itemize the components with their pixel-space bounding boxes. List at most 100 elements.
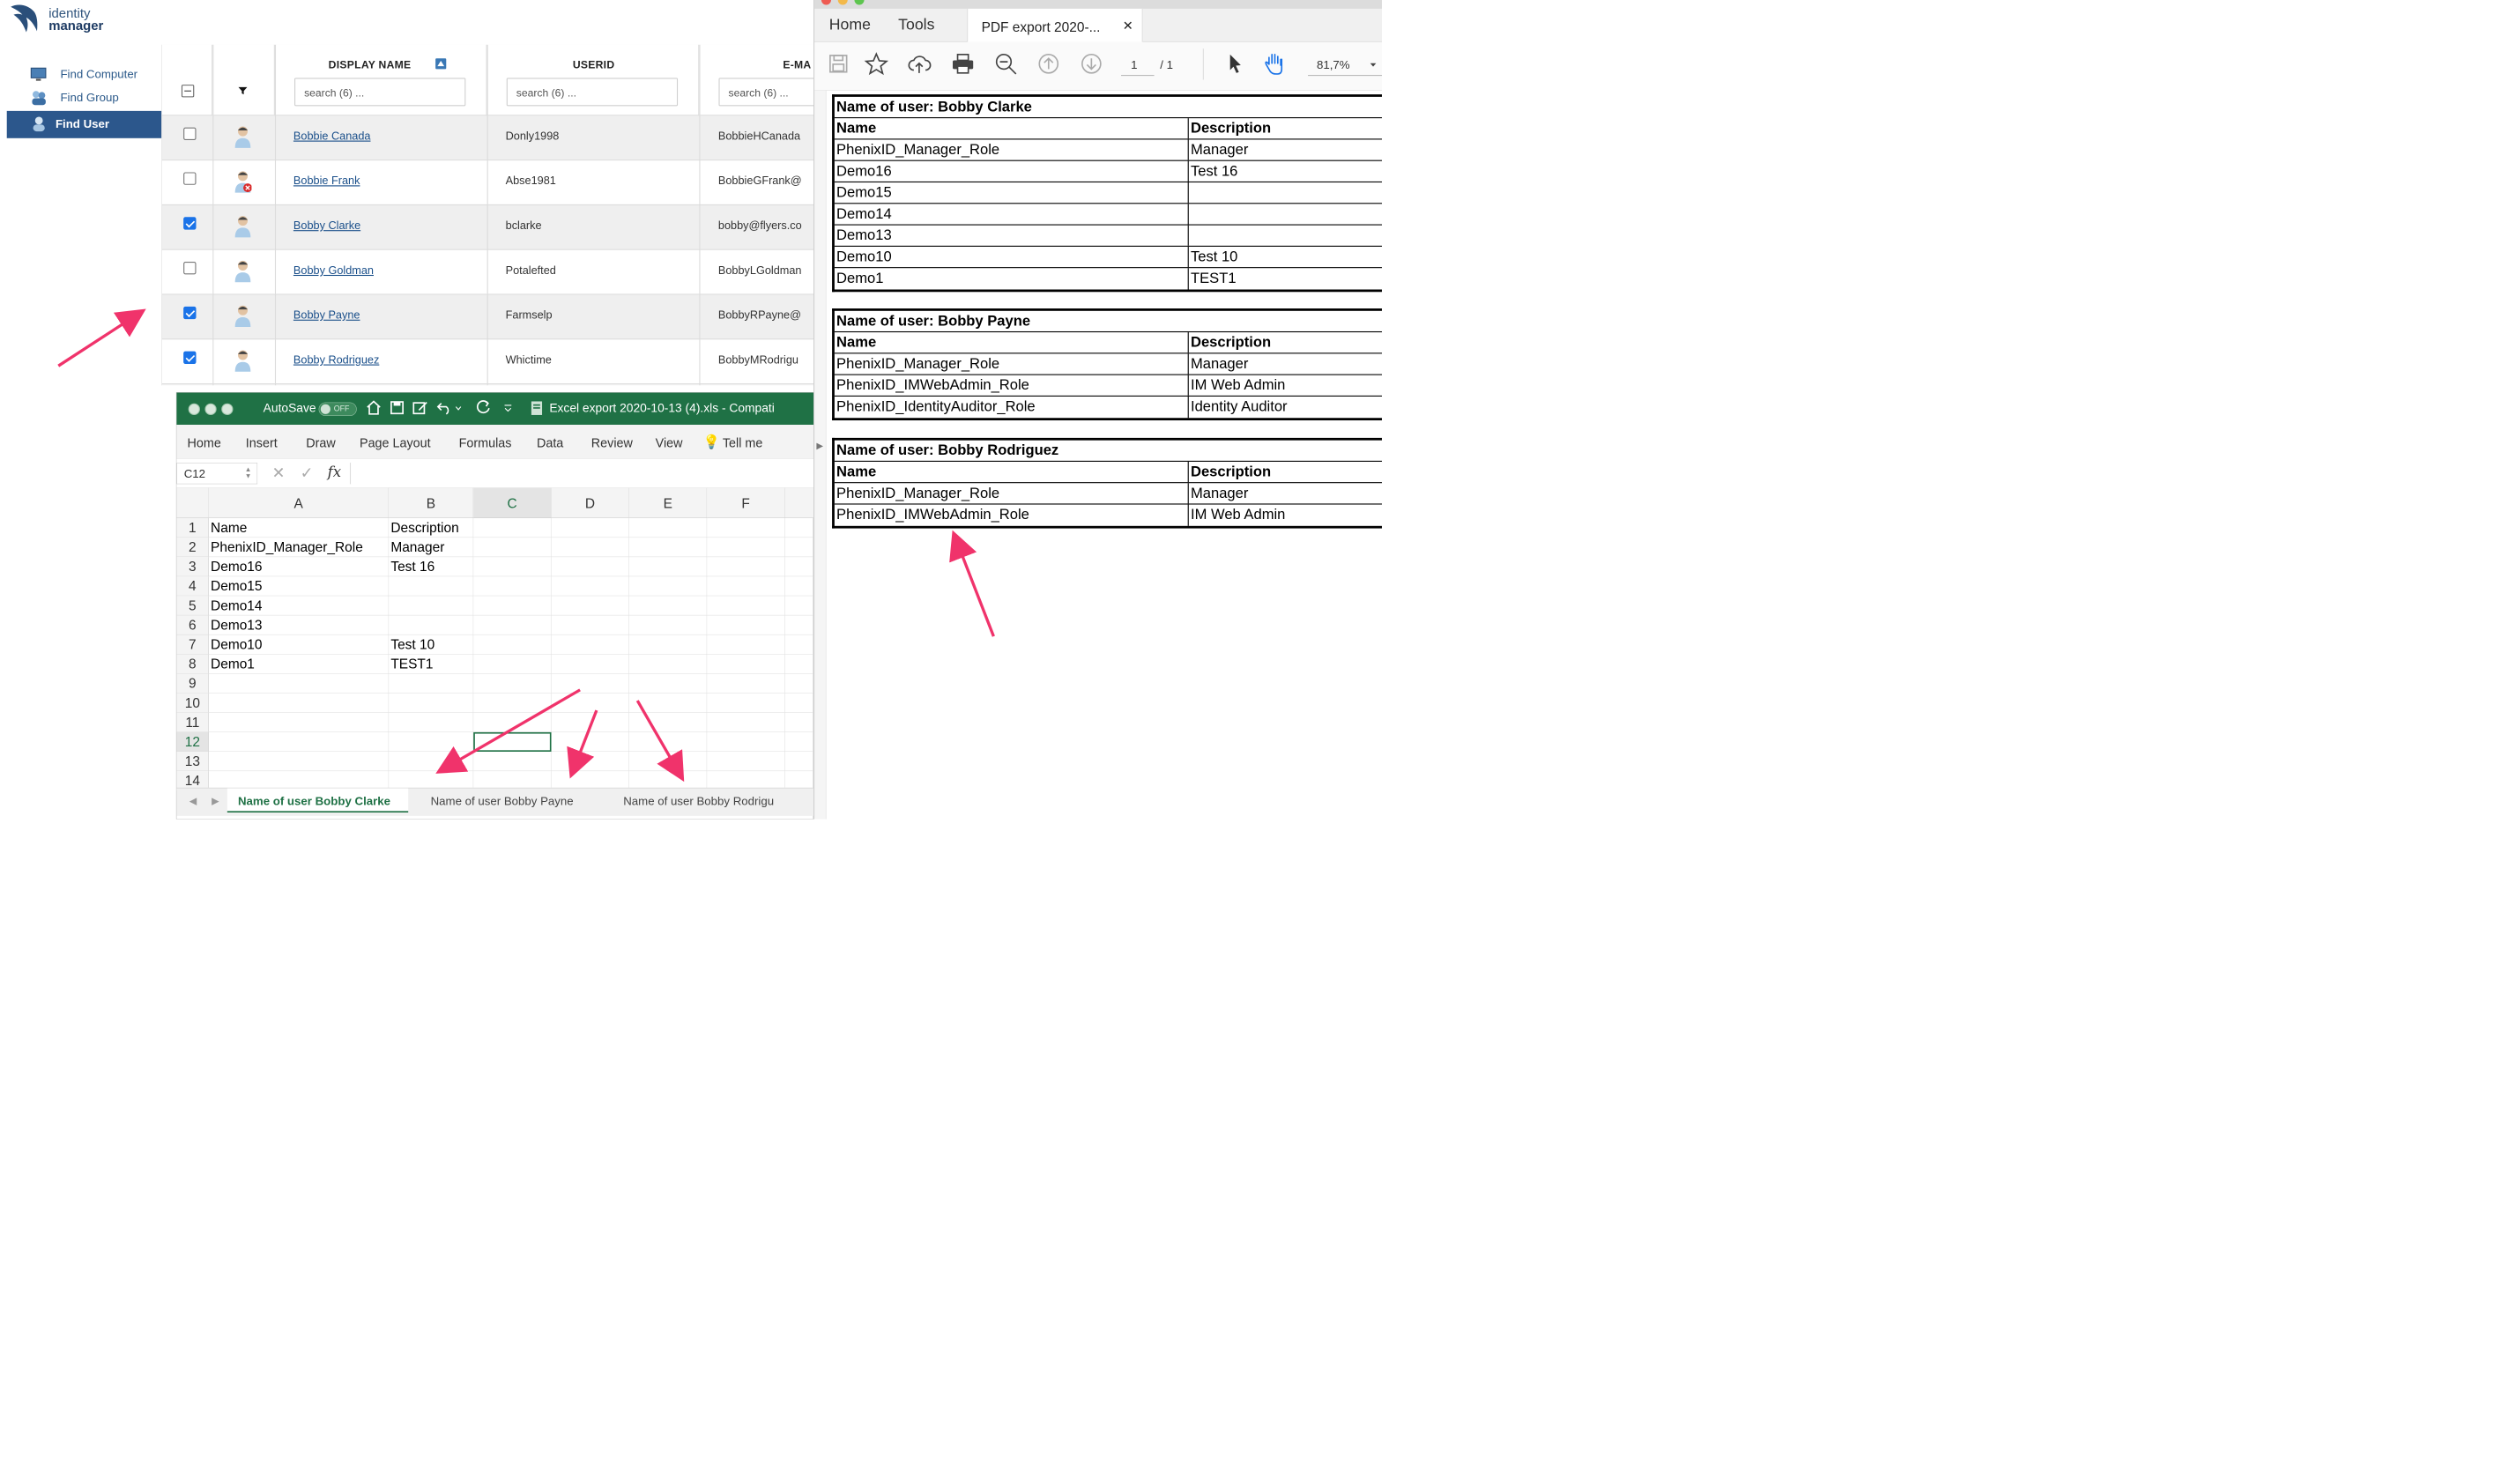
search-input-display-name[interactable]: search (6) ... [294,78,466,107]
print-icon[interactable] [951,52,976,77]
cell[interactable] [784,596,814,616]
cell[interactable]: Manager [389,538,474,558]
column-header-email[interactable]: E-MA [783,58,811,70]
search-input-userid[interactable]: search (6) ... [506,78,679,107]
scroll-tabs-right-icon[interactable]: ▶ [212,795,219,807]
cell[interactable] [707,557,785,577]
select-all-checkbox[interactable] [181,85,195,98]
cell[interactable] [551,673,629,694]
row-checkbox[interactable] [183,127,197,141]
cell[interactable] [784,538,814,558]
chevron-down-icon[interactable] [1370,63,1378,69]
ribbon-tab-tell-me[interactable]: Tell me [723,435,762,450]
cell[interactable] [628,712,708,732]
autosave-toggle[interactable]: OFF [318,402,357,417]
cell[interactable] [628,517,708,538]
scroll-tabs-left-icon[interactable]: ◀ [189,795,197,807]
ribbon-tab-data[interactable]: Data [537,435,563,450]
cell[interactable] [707,517,785,538]
cell[interactable] [551,538,629,558]
cell[interactable]: Name [208,517,390,538]
page-number-input[interactable] [1121,52,1155,77]
undo-icon[interactable] [436,400,453,415]
enter-check-icon[interactable]: ✓ [301,464,314,482]
cell[interactable] [389,731,474,752]
cell[interactable] [551,712,629,732]
cell[interactable] [784,693,814,713]
expand-panel-icon[interactable]: ▶ [816,441,823,451]
cell[interactable]: Test 10 [389,634,474,655]
save-icon[interactable] [390,400,405,415]
window-minimize-button[interactable] [204,403,217,415]
cell[interactable] [473,654,552,674]
cell[interactable] [707,654,785,674]
row-header[interactable]: 4 [176,576,209,597]
column-header-a[interactable]: A [208,487,390,518]
bookmark-star-icon[interactable] [864,52,889,77]
row-checkbox[interactable] [183,217,197,230]
customize-toolbar-icon[interactable] [503,404,512,413]
cell[interactable] [389,576,474,597]
ribbon-tab-page-layout[interactable]: Page Layout [360,435,431,450]
cell[interactable] [784,731,814,752]
row-header[interactable]: 13 [176,751,209,772]
cell[interactable] [473,634,552,655]
cell[interactable]: Demo1 [208,654,390,674]
column-header-e[interactable]: E [628,487,708,518]
row-header[interactable]: 12 [176,731,209,752]
cell[interactable]: Test 16 [389,557,474,577]
cell[interactable] [551,693,629,713]
header-userid[interactable]: USERID search (6) ... [486,44,700,116]
cell[interactable] [551,751,629,772]
user-display-name-link[interactable]: Bobbie Canada [293,130,371,143]
cell[interactable] [389,673,474,694]
cell[interactable] [707,538,785,558]
sort-ascending-icon[interactable] [435,58,447,70]
cell[interactable] [707,634,785,655]
cell[interactable] [784,654,814,674]
column-header-userid[interactable]: USERID [573,58,615,70]
ribbon-tab-home[interactable]: Home [188,435,221,450]
cell[interactable] [628,731,708,752]
user-display-name-link[interactable]: Bobby Rodriguez [293,353,379,367]
row-header[interactable]: 11 [176,712,209,732]
cell[interactable] [473,517,552,538]
column-header-b[interactable]: B [389,487,474,518]
user-display-name-link[interactable]: Bobby Payne [293,308,360,322]
cell[interactable]: TEST1 [389,654,474,674]
cell[interactable] [473,596,552,616]
edit-icon[interactable] [412,400,429,415]
close-tab-icon[interactable]: ✕ [1123,19,1133,33]
column-header-f[interactable]: F [707,487,785,518]
cell[interactable] [473,751,552,772]
cell[interactable] [707,712,785,732]
cell[interactable] [551,731,629,752]
sheet-tab[interactable]: Name of user Bobby Clarke [227,788,409,813]
cell[interactable] [628,654,708,674]
chevron-down-icon[interactable] [455,405,462,412]
cell[interactable]: PhenixID_Manager_Role [208,538,390,558]
cell[interactable] [707,673,785,694]
ribbon-tab-view[interactable]: View [656,435,683,450]
cell[interactable] [628,557,708,577]
cell[interactable] [208,712,390,732]
cell[interactable] [784,557,814,577]
row-header[interactable]: 2 [176,538,209,558]
cell[interactable]: Demo15 [208,576,390,597]
cell[interactable] [389,596,474,616]
next-page-icon[interactable] [1080,52,1104,77]
cell[interactable] [628,615,708,635]
cell[interactable] [628,634,708,655]
row-header[interactable]: 5 [176,596,209,616]
row-checkbox[interactable] [183,306,197,320]
cell[interactable] [473,712,552,732]
cell[interactable] [628,673,708,694]
ribbon-tab-draw[interactable]: Draw [306,435,335,450]
cell[interactable]: Demo10 [208,634,390,655]
row-checkbox[interactable] [183,172,197,185]
row-checkbox[interactable] [183,262,197,275]
cell[interactable] [208,693,390,713]
row-header[interactable]: 3 [176,557,209,577]
window-zoom-button[interactable] [221,403,234,415]
sidebar-item-find-user[interactable]: Find User [6,110,162,138]
